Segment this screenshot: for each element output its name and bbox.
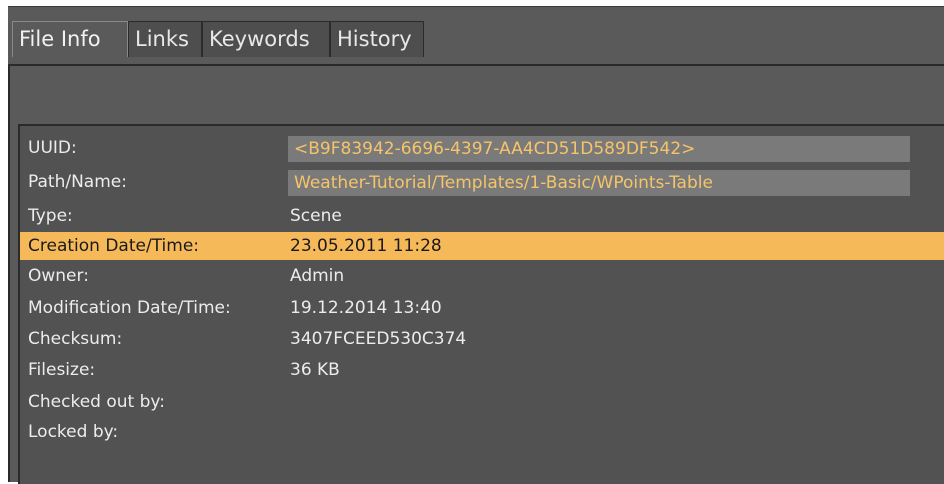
uuid-label: UUID: [28,138,77,158]
tab-keywords[interactable]: Keywords [202,21,330,57]
checked-out-label: Checked out by: [28,392,165,412]
checksum-row: Checksum: 3407FCEED530C374 [20,325,944,353]
file-info-table: UUID: <B9F83942-6696-4397-AA4CD51D589DF5… [18,124,944,484]
file-properties-window: File Info Links Keywords History UUID: <… [0,0,944,484]
file-info-panel: UUID: <B9F83942-6696-4397-AA4CD51D589DF5… [8,64,944,484]
filesize-row: Filesize: 36 KB [20,356,944,384]
path-row: Path/Name: Weather-Tutorial/Templates/1-… [20,168,944,196]
filesize-label: Filesize: [28,360,96,380]
locked-row: Locked by: [20,418,944,446]
creation-row[interactable]: Creation Date/Time: 23.05.2011 11:28 [20,232,944,260]
owner-row: Owner: Admin [20,262,944,290]
tab-bar: File Info Links Keywords History [8,6,944,65]
creation-label: Creation Date/Time: [28,236,200,256]
creation-value: 23.05.2011 11:28 [290,236,442,256]
tab-links[interactable]: Links [128,21,202,57]
checksum-label: Checksum: [28,329,123,349]
owner-label: Owner: [28,266,89,286]
modification-value: 19.12.2014 13:40 [290,298,442,318]
type-row: Type: Scene [20,202,944,230]
filesize-value: 36 KB [290,360,340,380]
modification-label: Modification Date/Time: [28,298,231,318]
type-value: Scene [290,206,342,226]
path-field[interactable]: Weather-Tutorial/Templates/1-Basic/WPoin… [288,170,910,196]
modification-row: Modification Date/Time: 19.12.2014 13:40 [20,294,944,322]
owner-value: Admin [290,266,345,286]
type-label: Type: [28,206,73,226]
checksum-value: 3407FCEED530C374 [290,329,467,349]
path-label: Path/Name: [28,172,127,192]
checked-out-row: Checked out by: [20,388,944,416]
tab-history[interactable]: History [330,21,424,57]
uuid-row: UUID: <B9F83942-6696-4397-AA4CD51D589DF5… [20,134,944,162]
locked-label: Locked by: [28,422,119,442]
uuid-field[interactable]: <B9F83942-6696-4397-AA4CD51D589DF542> [288,136,910,162]
tab-file-info[interactable]: File Info [12,21,128,57]
